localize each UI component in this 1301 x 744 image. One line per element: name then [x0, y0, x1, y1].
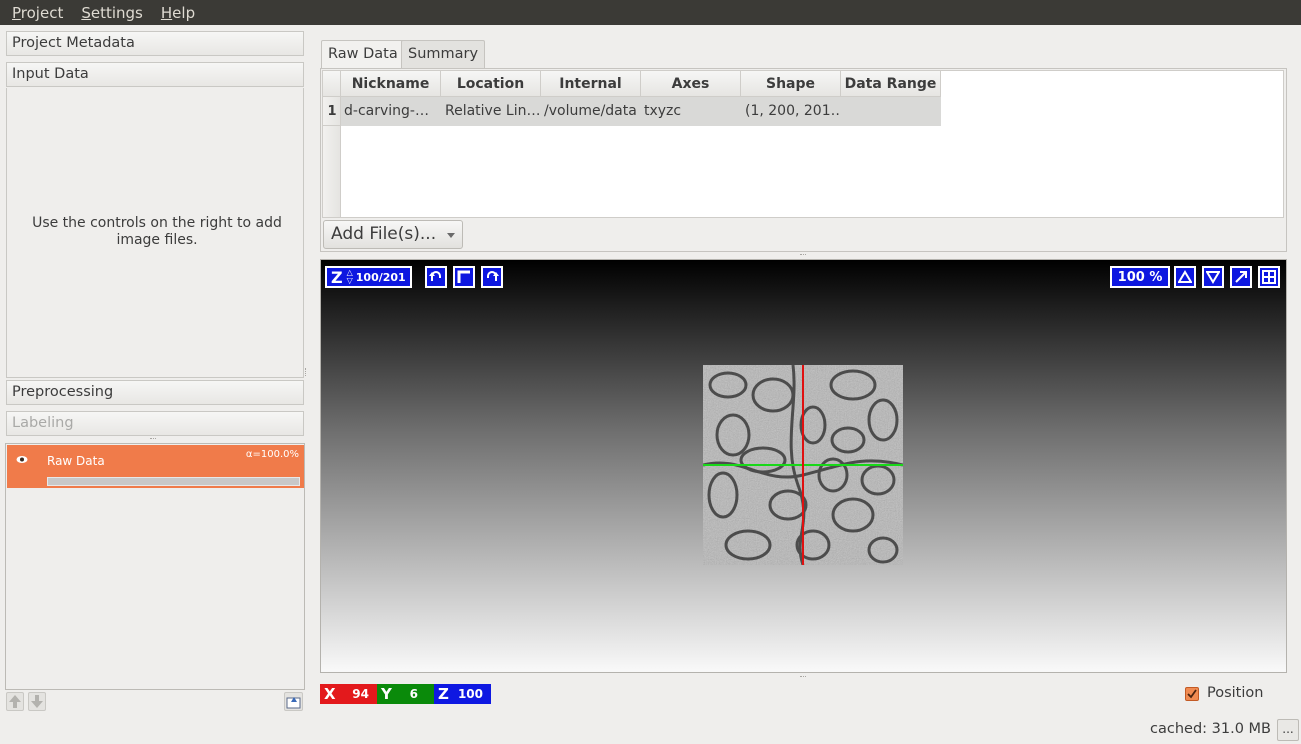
position-checkbox-label[interactable]: Position — [1207, 685, 1263, 701]
menu-bar: Project Settings Help — [0, 0, 1301, 25]
table-cell-axes[interactable]: txyzc — [641, 97, 741, 126]
applet-input-data[interactable]: Input Data — [6, 62, 304, 87]
column-header-axes[interactable]: Axes — [641, 71, 741, 97]
menu-help[interactable]: Help — [161, 4, 195, 22]
splitter-handle[interactable] — [800, 254, 806, 256]
position-y-value: 6 — [409, 687, 418, 701]
image-viewer[interactable]: Z △ ▽ 100/201 100 % — [320, 259, 1287, 673]
table-cell-nickname[interactable]: d-carving-… — [341, 97, 441, 126]
rotate-right-icon — [487, 271, 499, 281]
triangle-down-icon — [1206, 271, 1220, 284]
zoom-level[interactable]: 100 % — [1110, 266, 1170, 288]
splitter-handle[interactable] — [800, 676, 806, 678]
tab-raw-data[interactable]: Raw Data — [321, 40, 405, 70]
table-cell-internal-path[interactable]: /volume/data — [541, 97, 641, 126]
add-files-label: Add File(s)... — [331, 224, 437, 244]
corner-icon — [457, 270, 470, 283]
arrow-up-right-icon — [1235, 271, 1247, 283]
layer-panel: Raw Data α=100.0% — [5, 443, 305, 690]
slice-arrows-icon[interactable]: △ ▽ — [347, 269, 353, 285]
input-hint-text: Use the controls on the right to add ima… — [32, 215, 282, 248]
position-z-value: 100 — [457, 687, 483, 701]
export-icon — [286, 697, 301, 709]
menu-settings[interactable]: Settings — [81, 4, 143, 22]
status-more-button[interactable]: ... — [1277, 719, 1299, 741]
position-y-readout: Y 6 — [377, 684, 434, 704]
row-header[interactable]: 1 — [323, 97, 341, 126]
move-layer-up-button[interactable] — [6, 692, 24, 711]
layer-opacity-bar[interactable] — [47, 477, 300, 486]
column-header-internal-path[interactable]: Internal Path — [541, 71, 641, 118]
column-header-location[interactable]: Location — [441, 71, 541, 97]
volume-slice-image[interactable] — [703, 365, 903, 565]
checkmark-icon — [1187, 689, 1197, 699]
table-cell-data-range[interactable] — [841, 97, 941, 126]
table-cell-shape[interactable]: (1, 200, 201… — [741, 97, 841, 126]
chevron-down-icon — [447, 233, 455, 238]
add-files-button[interactable]: Add File(s)... — [323, 220, 463, 249]
slice-axis-label: Z — [331, 267, 343, 287]
eye-icon[interactable] — [16, 455, 28, 464]
position-x-value: 94 — [352, 687, 369, 701]
layout-grid-button[interactable] — [1258, 266, 1280, 288]
input-data-panel: Use the controls on the right to add ima… — [6, 88, 304, 378]
layer-item-raw-data[interactable]: Raw Data α=100.0% — [7, 445, 304, 488]
position-x-readout: X 94 — [320, 684, 377, 704]
applet-project-metadata[interactable]: Project Metadata — [6, 31, 304, 56]
zoom-out-button[interactable] — [1202, 266, 1224, 288]
rotate-right-button[interactable] — [481, 266, 503, 288]
table-cell-location[interactable]: Relative Lin… — [441, 97, 541, 126]
column-header-nickname[interactable]: Nickname — [341, 71, 441, 97]
slice-spinbox[interactable]: Z △ ▽ 100/201 — [325, 266, 412, 288]
swap-axes-button[interactable] — [453, 266, 475, 288]
slice-position: 100/201 — [355, 270, 406, 284]
applet-labeling: Labeling — [6, 411, 304, 436]
tab-summary[interactable]: Summary — [401, 40, 486, 69]
rotate-left-icon — [429, 271, 441, 281]
menu-project[interactable]: Project — [12, 4, 63, 22]
vertical-splitter-handle[interactable] — [305, 368, 308, 376]
maximize-view-button[interactable] — [1230, 266, 1252, 288]
applet-preprocessing[interactable]: Preprocessing — [6, 380, 304, 405]
position-z-axis: Z — [438, 685, 449, 703]
arrow-down-icon — [31, 695, 43, 708]
layer-opacity: α=100.0% — [245, 449, 299, 460]
layer-export-button[interactable] — [284, 692, 303, 711]
rotate-left-button[interactable] — [425, 266, 447, 288]
zoom-in-button[interactable] — [1174, 266, 1196, 288]
position-x-axis: X — [324, 685, 336, 703]
splitter-handle[interactable] — [150, 438, 156, 440]
arrow-up-icon — [9, 695, 21, 708]
dataset-table: Nickname Location Internal Path Axes Sha… — [322, 70, 1284, 218]
table-corner[interactable] — [323, 71, 341, 97]
position-z-readout: Z 100 — [434, 684, 491, 704]
move-layer-down-button[interactable] — [28, 692, 46, 711]
triangle-up-icon — [1178, 270, 1192, 283]
layer-name: Raw Data — [47, 454, 105, 468]
column-header-shape[interactable]: Shape — [741, 71, 841, 97]
grid-icon — [1262, 270, 1276, 284]
column-header-data-range[interactable]: Data Range — [841, 71, 941, 97]
position-y-axis: Y — [381, 685, 392, 703]
position-checkbox[interactable] — [1185, 687, 1199, 701]
cache-status: cached: 31.0 MB — [1150, 721, 1271, 737]
